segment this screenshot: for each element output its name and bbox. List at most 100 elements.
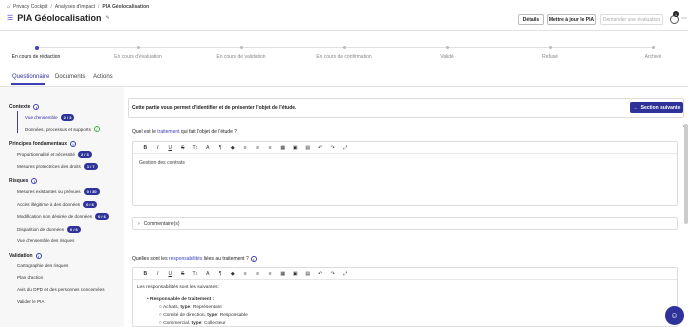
info-icon[interactable]: i xyxy=(250,256,257,262)
toolbar-button[interactable]: ⤢ xyxy=(339,271,352,277)
toolbar-button[interactable]: ≡ xyxy=(252,271,265,277)
toolbar-button[interactable]: U xyxy=(164,145,177,151)
toolbar-button[interactable]: ▤ xyxy=(302,271,315,277)
request-evaluation-button[interactable]: Demander une évaluation xyxy=(600,14,663,25)
info-icon[interactable]: i xyxy=(70,141,77,147)
toolbar-button[interactable]: ▦ xyxy=(277,145,290,151)
toolbar-button[interactable]: ▣ xyxy=(289,271,302,277)
toolbar-button[interactable]: ¶ xyxy=(214,271,227,277)
breadcrumb-item[interactable]: Privacy Cockpit xyxy=(13,4,47,10)
question-keyword-link[interactable]: traitement xyxy=(157,129,179,135)
toolbar-button[interactable]: A xyxy=(202,271,215,277)
toolbar-button[interactable]: ↶ xyxy=(314,145,327,151)
toolbar-button[interactable]: ⤢ xyxy=(339,145,352,151)
sub-bullet-text: Comité de direction, xyxy=(163,313,208,318)
info-icon[interactable]: i xyxy=(35,253,42,259)
breadcrumb-item-current: PIA Géolocalisation xyxy=(102,4,150,10)
sidebar-item-label: Cartographie des risques xyxy=(17,263,69,268)
sidebar-item-rights[interactable]: Mesures protectrices des droits 1 / 7 xyxy=(17,163,98,170)
sidebar-item-proportionality[interactable]: Proportionnalité et nécessité 2 / 3 xyxy=(17,151,92,158)
sidebar-item-disappearance[interactable]: Disparition de données 0 / 6 xyxy=(17,226,81,233)
editor-toolbar: B I U S T↕ A ¶ ◆ ≡ ≡ ≡ ▦ ▣ ▤ ↶ ↷ ⤢ xyxy=(133,268,677,280)
comments-label: Commentaire(s) xyxy=(143,220,180,227)
toolbar-button[interactable]: ↶ xyxy=(314,271,327,277)
rich-text-editor[interactable]: B I U S T↕ A ¶ ◆ ≡ ≡ ≡ ▦ ▣ ▤ ↶ ↷ ⤢ Les responsabilités s… xyxy=(132,267,678,327)
timeline-dot-active xyxy=(35,45,39,50)
sidebar-item-action-plan[interactable]: Plan d'action xyxy=(17,275,43,280)
question-text: Quel est le xyxy=(132,129,158,135)
breadcrumb-item[interactable]: Analyses d'impact xyxy=(55,4,95,10)
more-options-icon[interactable]: ⋯ xyxy=(681,15,687,22)
edit-icon[interactable]: ✎ xyxy=(105,15,109,21)
sidebar-item-overview[interactable]: Vue d'ensemble 2 / 3 xyxy=(25,114,75,121)
progress-badge: 0 / 6 xyxy=(83,201,97,208)
bullet-text: Responsable de traitement : xyxy=(150,297,215,302)
timeline-label: Refusé xyxy=(542,54,558,60)
sidebar-item-label: Mesures protectrices des droits xyxy=(17,164,81,169)
tab-actions[interactable]: Actions xyxy=(93,74,113,80)
timeline-dot xyxy=(446,46,449,49)
comments-toggle[interactable]: › Commentaire(s) xyxy=(132,217,678,230)
toolbar-button[interactable]: ≡ xyxy=(239,145,252,151)
toolbar-button[interactable]: T↕ xyxy=(189,145,202,151)
sidebar-item-illegitimate-access[interactable]: Accès illégitime à des données 0 / 6 xyxy=(17,201,97,208)
toolbar-button[interactable]: ▦ xyxy=(277,271,290,277)
update-pia-button[interactable]: Mettre à jour le PIA xyxy=(547,14,596,25)
question-text: Quelles sont les xyxy=(132,256,169,262)
progress-badge: 0 / 6 xyxy=(95,213,109,220)
toolbar-button[interactable]: B xyxy=(139,145,152,151)
toolbar-button[interactable]: ▣ xyxy=(289,145,302,151)
sidebar-item-measures[interactable]: Mesures existantes ou prévues 0 / 30 xyxy=(17,188,100,195)
toolbar-button[interactable]: I xyxy=(152,271,165,277)
sidebar-item-label: Données, processus et supports xyxy=(25,126,91,132)
sidebar-item-modification[interactable]: Modification non désirée de données 0 / … xyxy=(17,213,109,220)
sidebar-item-validate-pia[interactable]: Valider le PIA xyxy=(17,299,45,304)
toolbar-button[interactable]: ◆ xyxy=(227,145,240,151)
toolbar-button[interactable]: ▤ xyxy=(302,145,315,151)
toolbar-button[interactable]: ¶ xyxy=(214,145,227,151)
notification-badge: 1 xyxy=(673,11,679,17)
next-section-button[interactable]: → Section suivante xyxy=(630,102,683,113)
toolbar-button[interactable]: ≡ xyxy=(264,271,277,277)
editor-content[interactable]: Les responsabilités sont les suivantes: xyxy=(137,285,219,290)
info-icon[interactable]: i xyxy=(33,104,40,110)
toolbar-button[interactable]: ◆ xyxy=(227,271,240,277)
timeline-label: En cours de rédaction xyxy=(11,54,61,60)
toolbar-button[interactable]: A xyxy=(202,145,215,151)
toolbar-button[interactable]: I xyxy=(152,145,165,151)
details-button[interactable]: Détails xyxy=(518,14,544,25)
toolbar-button[interactable]: ≡ xyxy=(252,145,265,151)
toolbar-button[interactable]: ↷ xyxy=(327,271,340,277)
tab-questionnaire[interactable]: Questionnaire xyxy=(12,74,49,80)
question-text: liées au traitement ? xyxy=(202,256,249,262)
toolbar-button[interactable]: U xyxy=(164,271,177,277)
sub-bullet-text: Achats, xyxy=(162,305,181,310)
sidebar-section-principles: Principes fondamentaux i xyxy=(9,141,77,147)
toolbar-button[interactable]: T↕ xyxy=(189,271,202,277)
toolbar-button[interactable]: S xyxy=(177,145,190,151)
toolbar-button[interactable]: ≡ xyxy=(239,271,252,277)
tab-documents[interactable]: Documents xyxy=(55,74,85,80)
sidebar-item-risk-map[interactable]: Cartographie des risques xyxy=(17,263,68,268)
rich-text-editor[interactable]: B I U S T↕ A ¶ ◆ ≡ ≡ ≡ ▦ ▣ ▤ ↶ ↷ ⤢ Gestion des contrats xyxy=(132,141,678,206)
toolbar-button[interactable]: ≡ xyxy=(264,145,277,151)
sub-bullet-type: type xyxy=(191,321,202,326)
sidebar-item-data[interactable]: Données, processus et supports ✓ xyxy=(25,126,100,132)
sidebar-section-risks: Risques i xyxy=(9,178,38,184)
scrollbar[interactable] xyxy=(684,124,688,224)
toolbar-button[interactable]: ↷ xyxy=(327,145,340,151)
sidebar-item-dpo-opinion[interactable]: Avis du DPD et des personnes concernées xyxy=(17,287,105,292)
question-keyword-link[interactable]: responsabilités xyxy=(169,256,202,262)
sidebar-item-risk-overview[interactable]: Vue d'ensemble des risques xyxy=(17,238,74,243)
editor-content[interactable]: Gestion des contrats xyxy=(139,160,185,166)
info-icon[interactable]: i xyxy=(31,178,38,184)
timeline-label: Validé xyxy=(440,54,454,60)
toolbar-button[interactable]: B xyxy=(139,271,152,277)
chat-support-icon[interactable]: ☺ xyxy=(665,306,684,325)
progress-badge: 2 / 3 xyxy=(60,114,75,121)
toolbar-button[interactable]: S xyxy=(177,271,190,277)
question-label: Quel est le traitement qui fait l'objet … xyxy=(132,129,237,135)
sidebar-section-validation: Validation i xyxy=(9,253,42,259)
sidebar-section-context: Contexte i xyxy=(9,104,40,110)
sub-bullet-value: : Responsable xyxy=(217,313,248,318)
